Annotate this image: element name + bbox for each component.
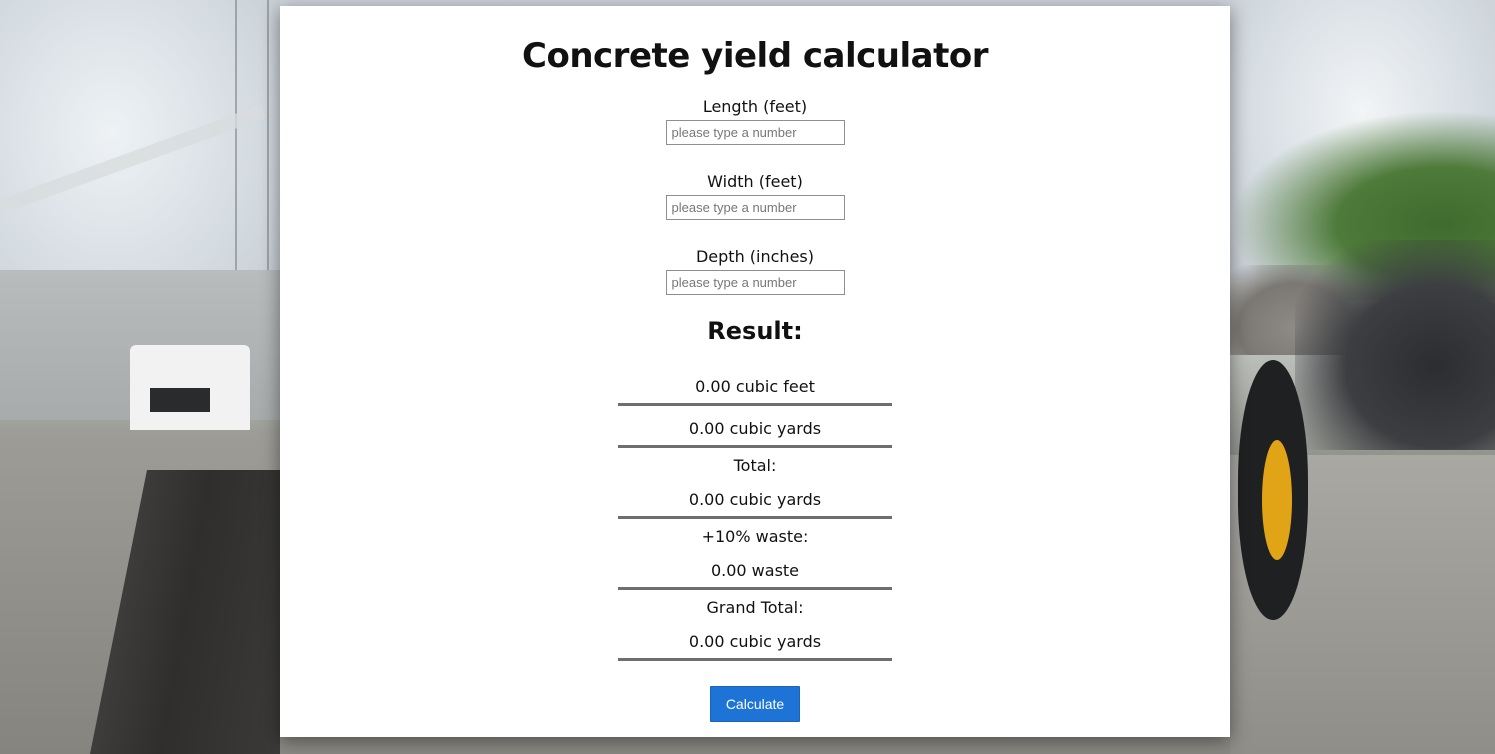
divider: [618, 403, 892, 406]
calculator-card: Concrete yield calculator Length (feet) …: [280, 6, 1230, 737]
grand-total-value: 0.00 cubic yards: [688, 632, 822, 651]
width-label: Width (feet): [707, 172, 803, 191]
divider: [618, 445, 892, 448]
background-tower: [235, 0, 269, 300]
cubic-feet-value: 0.00 cubic feet: [695, 377, 815, 396]
length-label: Length (feet): [702, 97, 808, 116]
page-title: Concrete yield calculator: [522, 36, 988, 76]
background-gravel-pile-dark: [1295, 240, 1495, 450]
divider: [618, 587, 892, 590]
depth-label: Depth (inches): [695, 247, 814, 266]
divider: [618, 658, 892, 661]
waste-value: 0.00 waste: [710, 561, 800, 580]
calculate-button[interactable]: Calculate: [710, 686, 800, 722]
length-input[interactable]: [665, 120, 845, 145]
waste-label: +10% waste:: [701, 527, 809, 546]
cubic-yards-value: 0.00 cubic yards: [688, 419, 822, 438]
background-truck-grille: [150, 388, 210, 412]
total-value: 0.00 cubic yards: [688, 490, 822, 509]
total-label: Total:: [733, 456, 777, 475]
depth-input[interactable]: [665, 270, 845, 295]
width-input[interactable]: [665, 195, 845, 220]
length-field-group: Length (feet): [280, 97, 1230, 145]
result-heading: Result:: [707, 317, 803, 345]
depth-field-group: Depth (inches): [280, 247, 1230, 295]
background-loader-rim: [1262, 440, 1292, 560]
width-field-group: Width (feet): [280, 172, 1230, 220]
divider: [618, 516, 892, 519]
grand-total-label: Grand Total:: [706, 598, 804, 617]
